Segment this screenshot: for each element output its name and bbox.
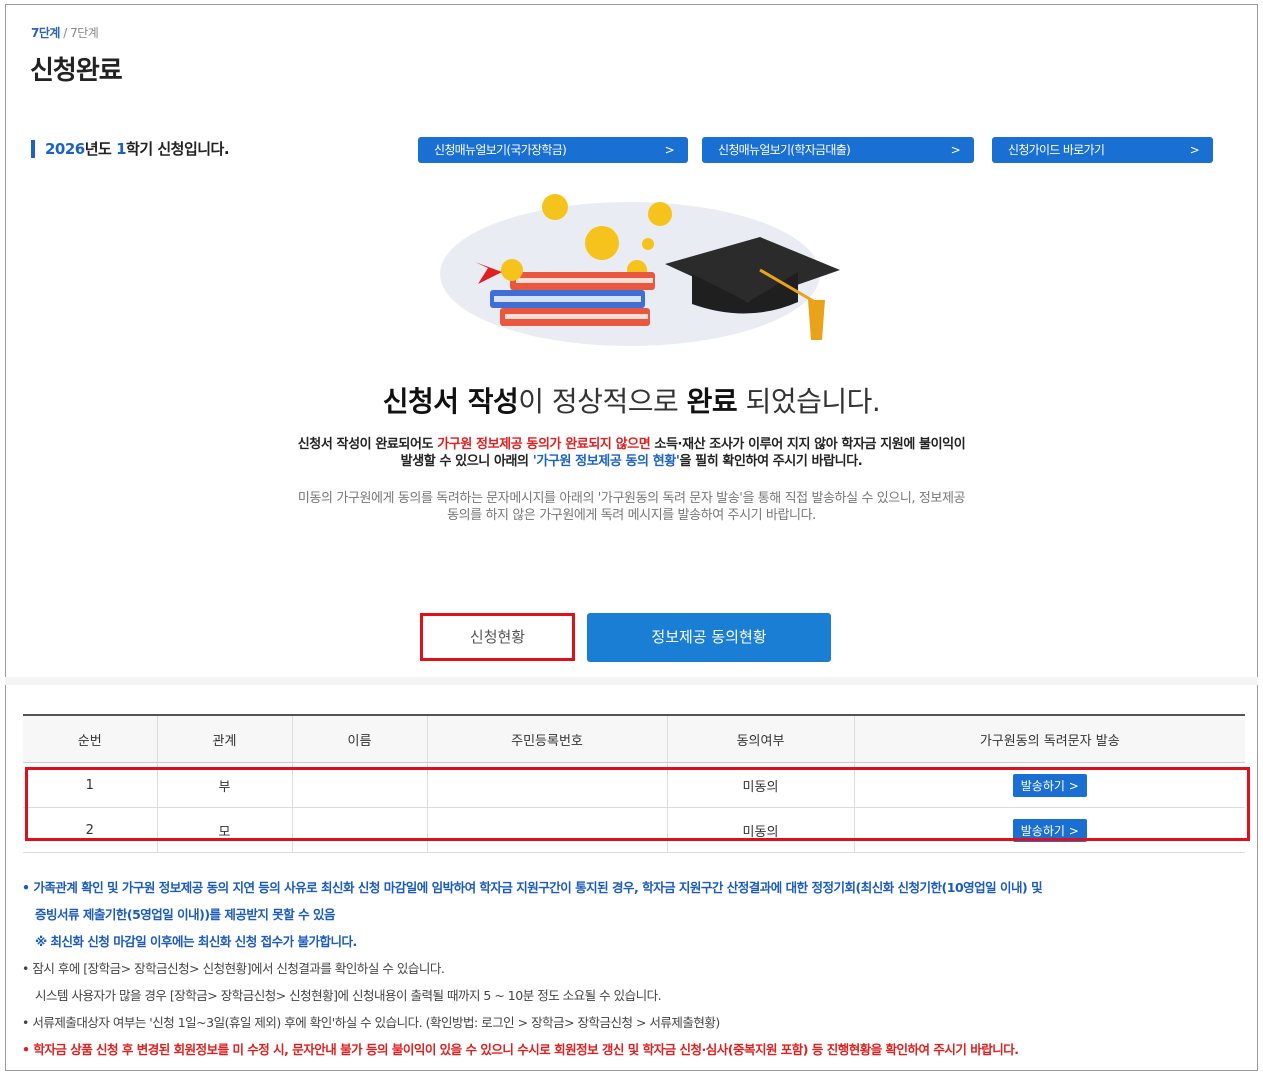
cell-relation: 모: [156, 807, 292, 853]
notice-item: • 가족관계 확인 및 가구원 정보제공 동의 지연 등의 사유로 최신화 신청…: [22, 880, 1043, 895]
cell-consent: 미동의: [666, 807, 854, 853]
manual-scholarship-button[interactable]: 신청매뉴얼보기(국가장학금) >: [418, 137, 688, 163]
section-divider: [5, 677, 1258, 685]
table-header-row: 순번 관계 이름 주민등록번호 동의여부 가구원동의 독려문자 발송: [23, 714, 1245, 763]
semester-year-suffix: 년도: [84, 140, 117, 158]
cell-rrn: [426, 807, 667, 853]
send-sms-button[interactable]: 발송하기 >: [1012, 773, 1087, 797]
application-status-button[interactable]: 신청현황: [420, 613, 575, 661]
chevron-right-icon: >: [1189, 143, 1200, 157]
semester-label: 2026년도 1학기 신청입니다.: [31, 140, 230, 158]
cell-name: [291, 807, 427, 853]
consent-warning-line2: 발생할 수 있으니 아래의 '가구원 정보제공 동의 현황'을 필히 확인하여 …: [80, 453, 1183, 470]
notice-item: • 학자금 상품 신청 후 변경된 회원정보를 미 수정 시, 문자안내 불가 …: [22, 1042, 1019, 1057]
column-header-consent: 동의여부: [666, 714, 854, 763]
column-header-sms: 가구원동의 독려문자 발송: [853, 714, 1245, 763]
consent-warning-2c: 을 필히 확인하여 주시기 바랍니다.: [679, 454, 863, 469]
table-row: 1 부 미동의 발송하기 >: [23, 762, 1245, 808]
completion-message-part-b: 이 정상적으로: [518, 385, 687, 418]
completion-message-part-d: 되었습니다.: [737, 385, 881, 418]
consent-warning: 신청서 작성이 완료되어도 가구원 정보제공 동의가 완료되지 않으면 소득·재…: [80, 436, 1183, 470]
column-header-name: 이름: [291, 714, 427, 763]
completion-message-part-a: 신청서 작성: [382, 385, 519, 418]
notice-item-cont: 증빙서류 제출기한(5영업일 이내))를 제공받지 못할 수 있음: [35, 907, 335, 922]
notice-list: • 가족관계 확인 및 가구원 정보제공 동의 지연 등의 사유로 최신화 신청…: [22, 874, 1252, 1063]
manual-scholarship-label: 신청매뉴얼보기(국가장학금): [434, 143, 567, 157]
table-row: 2 모 미동의 발송하기 >: [23, 807, 1245, 853]
cell-name: [291, 762, 427, 808]
breadcrumb-total: 7단계: [70, 26, 99, 40]
household-consent-table: 순번 관계 이름 주민등록번호 동의여부 가구원동의 독려문자 발송 1 부 미…: [23, 714, 1245, 853]
consent-warning-2a: 발생할 수 있으니 아래의: [400, 454, 533, 469]
column-header-relation: 관계: [156, 714, 292, 763]
manual-loan-button[interactable]: 신청매뉴얼보기(학자금대출) >: [702, 137, 974, 163]
chevron-right-icon: >: [950, 143, 961, 157]
sms-guide: 미동의 가구원에게 동의를 독려하는 문자메시지를 아래의 '가구원동의 독려 …: [80, 490, 1183, 524]
completion-message-part-c: 완료: [686, 385, 738, 418]
page-title: 신청완료: [30, 56, 123, 86]
notice-warning: ※ 최신화 신청 마감일 이후에는 최신화 신청 접수가 불가합니다.: [35, 934, 357, 949]
consent-warning-1c: 소득·재산 조사가 이루어 지지 않아 학자금 지원에 불이익이: [650, 437, 966, 452]
breadcrumb-current: 7단계: [31, 26, 60, 40]
sms-guide-line2: 동의를 하지 않은 가구원에게 독려 메시지를 발송하여 주시기 바랍니다.: [447, 508, 816, 523]
completion-message: 신청서 작성이 정상적으로 완료 되었습니다.: [0, 380, 1263, 420]
cell-relation: 부: [156, 762, 292, 808]
column-header-no: 순번: [23, 714, 157, 763]
consent-warning-1b: 가구원 정보제공 동의가 완료되지 않으면: [437, 437, 651, 452]
semester-term-suffix: 학기 신청입니다.: [126, 140, 230, 158]
consent-warning-2b: '가구원 정보제공 동의 현황': [532, 454, 680, 469]
graduation-illustration: [440, 194, 840, 346]
manual-loan-label: 신청매뉴얼보기(학자금대출): [718, 143, 851, 157]
cell-no: 2: [23, 807, 157, 853]
breadcrumb-separator: /: [59, 26, 71, 40]
chevron-right-icon: >: [664, 143, 675, 157]
notice-item: • 서류제출대상자 여부는 '신청 1일~3일(휴일 제외) 후에 확인'하실 …: [22, 1015, 720, 1030]
notice-item-cont: 시스템 사용자가 많을 경우 [장학금> 장학금신청> 신청현황]에 신청내용이…: [35, 988, 662, 1003]
guide-label: 신청가이드 바로가기: [1008, 143, 1105, 157]
sms-guide-line1: 미동의 가구원에게 동의를 독려하는 문자메시지를 아래의 '가구원동의 독려 …: [297, 491, 966, 506]
cell-no: 1: [23, 762, 157, 808]
column-header-rrn: 주민등록번호: [426, 714, 667, 763]
semester-term: 1: [116, 140, 127, 158]
semester-year: 2026: [45, 140, 85, 158]
breadcrumb: 7단계 / 7단계: [31, 24, 99, 41]
consent-status-button[interactable]: 정보제공 동의현황: [587, 613, 831, 662]
cell-rrn: [426, 762, 667, 808]
send-sms-button[interactable]: 발송하기 >: [1012, 818, 1087, 842]
cell-action: 발송하기 >: [853, 807, 1245, 853]
consent-warning-line1: 신청서 작성이 완료되어도 가구원 정보제공 동의가 완료되지 않으면 소득·재…: [80, 436, 1183, 453]
guide-button[interactable]: 신청가이드 바로가기 >: [992, 137, 1213, 163]
consent-warning-1a: 신청서 작성이 완료되어도: [297, 437, 438, 452]
cell-action: 발송하기 >: [853, 762, 1245, 808]
cell-consent: 미동의: [666, 762, 854, 808]
notice-item: • 잠시 후에 [장학금> 장학금신청> 신청현황]에서 신청결과를 확인하실 …: [22, 961, 445, 976]
